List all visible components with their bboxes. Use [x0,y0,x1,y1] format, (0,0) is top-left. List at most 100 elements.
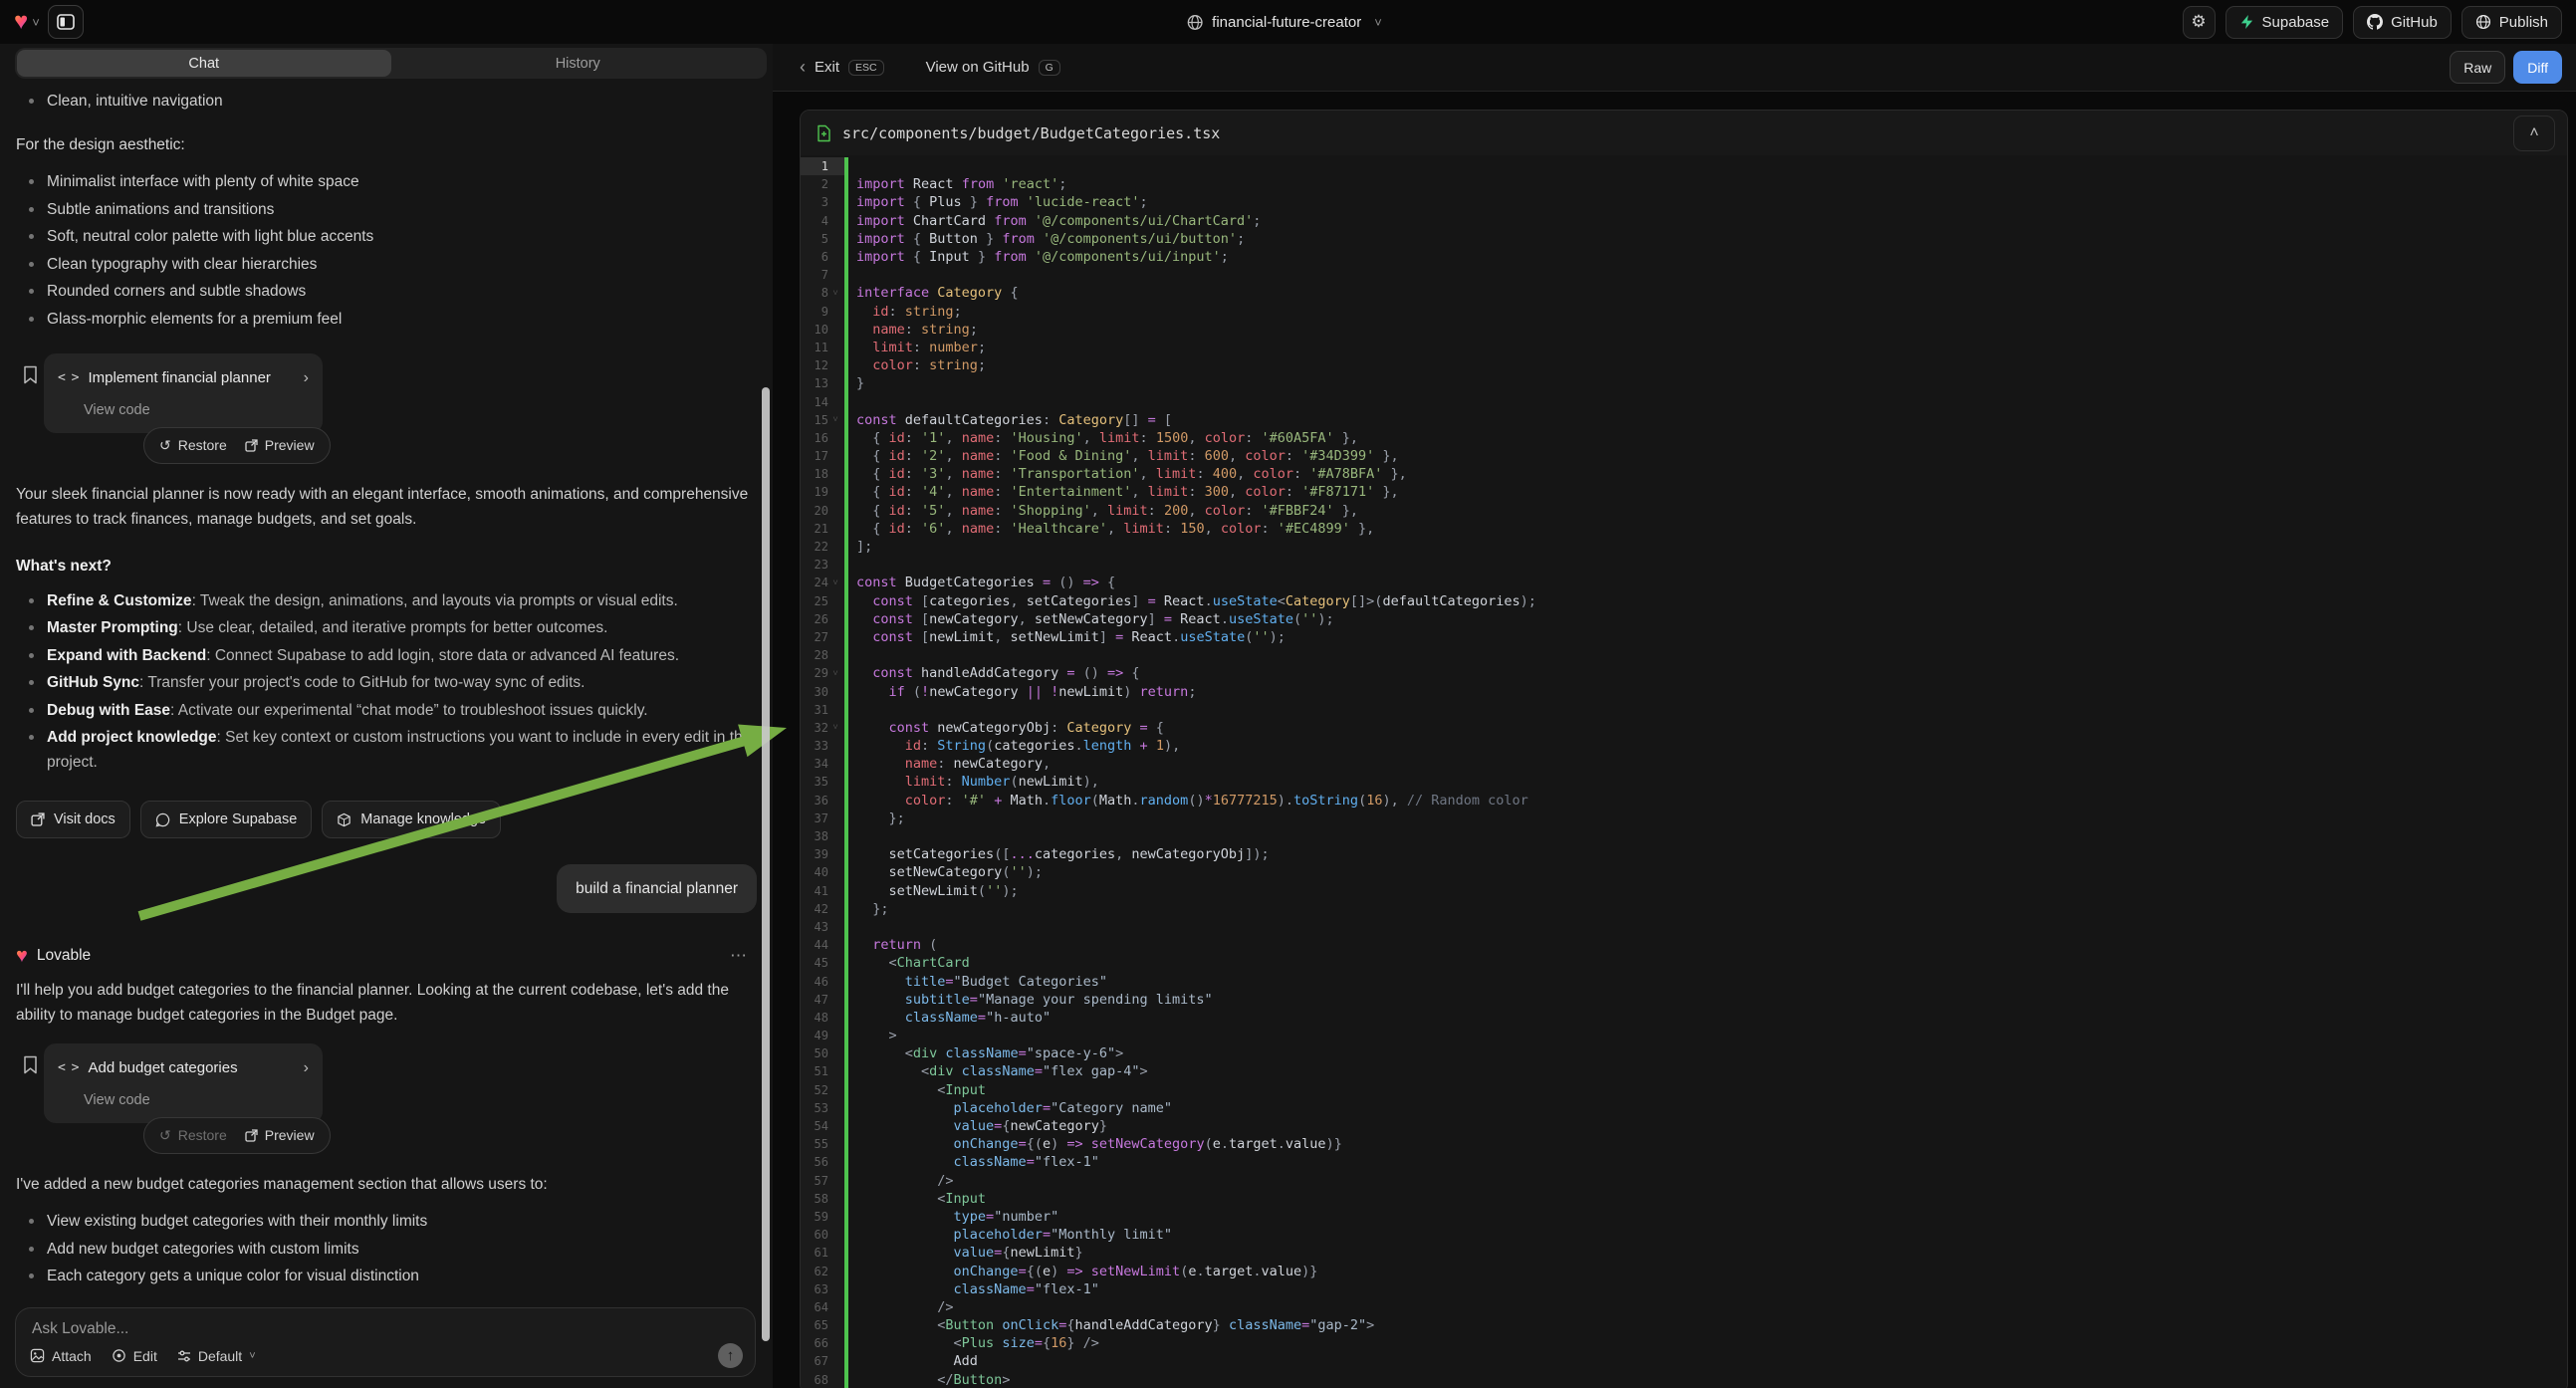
help-paragraph: I'll help you add budget categories to t… [16,978,757,1028]
code-line: 45 <ChartCard [801,954,2567,972]
ready-paragraph: Your sleek financial planner is now read… [16,482,757,532]
explore-supabase-button[interactable]: Explore Supabase [140,801,313,838]
line-number: 23 [801,558,828,572]
line-number: 39 [801,847,828,861]
bookmark-icon[interactable] [23,365,38,384]
line-number: 51 [801,1064,828,1078]
preview-button[interactable]: Preview [245,1123,315,1148]
manage-knowledge-button[interactable]: Manage knowledge [322,801,501,838]
line-number: 4 [801,214,828,228]
view-code-link[interactable]: View code [84,398,309,423]
code-line: 31 [801,701,2567,719]
message-options-icon[interactable]: ⋯ [730,943,749,968]
tab-chat[interactable]: Chat [17,50,391,77]
version-card-implement[interactable]: < > Implement financial planner › View c… [44,353,323,433]
supabase-button[interactable]: Supabase [2225,6,2344,39]
diff-added-bar [844,882,848,900]
raw-button[interactable]: Raw [2450,51,2505,84]
restore-icon: ↺ [159,433,171,458]
code-text: <div className="space-y-6"> [856,1045,1123,1061]
chat-message-area[interactable]: Clean, intuitive navigation For the desi… [0,79,773,1306]
chat-composer[interactable]: Ask Lovable... Attach Edit [15,1307,756,1377]
fold-chevron-icon[interactable]: ˅ [828,288,842,299]
project-name: financial-future-creator [1212,14,1361,31]
sliders-icon [177,1349,191,1363]
collapse-file-button[interactable]: ˄ [2513,116,2555,151]
restore-preview-pill: ↺ Restore Preview [143,427,331,464]
code-line: 10 name: string; [801,321,2567,339]
logo-chevron-down-icon[interactable]: ˅ [32,15,40,30]
view-on-github-button[interactable]: View on GitHub G [926,59,1060,76]
line-number: 25 [801,594,828,608]
code-text: id: String(categories.length + 1), [856,738,1180,754]
code-line: 6import { Input } from '@/components/ui/… [801,248,2567,266]
sidebar-icon [57,14,75,30]
external-link-icon [31,812,45,826]
list-item: Minimalist interface with plenty of whit… [16,169,757,194]
fold-chevron-icon[interactable]: ˅ [828,414,842,425]
restore-button[interactable]: ↺ Restore [159,1123,227,1148]
code-text: limit: Number(newLimit), [856,774,1099,790]
diff-added-bar [844,755,848,773]
settings-button[interactable]: ⚙ [2183,6,2216,39]
tab-history[interactable]: History [391,50,766,77]
view-code-link[interactable]: View code [84,1088,309,1113]
attach-button[interactable]: Attach [30,1348,92,1364]
edit-button[interactable]: Edit [112,1348,157,1364]
github-button[interactable]: GitHub [2353,6,2452,39]
mode-select[interactable]: Default ˅ [177,1348,256,1364]
chat-input[interactable]: Ask Lovable... [32,1320,741,1338]
fold-chevron-icon[interactable]: ˅ [828,668,842,679]
visit-docs-button[interactable]: Visit docs [16,801,130,838]
code-text: placeholder="Category name" [856,1100,1172,1116]
file-path-row[interactable]: src/components/budget/BudgetCategories.t… [801,111,2567,155]
line-number: 42 [801,902,828,916]
code-line: 23 [801,556,2567,574]
list-item: Clean, intuitive navigation [16,89,757,114]
line-number: 26 [801,612,828,626]
code-text: className="h-auto" [856,1010,1051,1026]
restore-button[interactable]: ↺ Restore [159,433,227,458]
code-text: ]; [856,539,872,555]
code-text: title="Budget Categories" [856,974,1107,990]
diff-added-bar [844,175,848,193]
version-card-add-budget[interactable]: < > Add budget categories › View code [44,1043,323,1123]
code-text: type="number" [856,1209,1058,1225]
toggle-sidebar-button[interactable] [48,5,84,39]
diff-added-bar [844,827,848,845]
fold-chevron-icon[interactable]: ˅ [828,578,842,588]
exit-button[interactable]: ‹ Exit ESC [800,57,884,78]
supabase-icon [2239,14,2254,30]
diff-button[interactable]: Diff [2513,51,2562,84]
aesthetic-list: Minimalist interface with plenty of whit… [16,169,757,332]
diff-added-bar [844,664,848,682]
gear-icon: ⚙ [2191,12,2206,32]
project-switcher[interactable]: financial-future-creator ˅ [1186,14,1390,31]
preview-button[interactable]: Preview [245,433,315,458]
code-text: const [newLimit, setNewLimit] = React.us… [856,629,1286,645]
code-text: { id: '1', name: 'Housing', limit: 1500,… [856,430,1358,446]
code-text: className="flex-1" [856,1154,1099,1170]
chat-scrollbar[interactable] [762,387,770,1341]
diff-added-bar [844,792,848,810]
publish-button[interactable]: Publish [2461,6,2562,39]
bookmark-icon[interactable] [23,1055,38,1074]
line-number: 20 [801,504,828,518]
code-line: 60 placeholder="Monthly limit" [801,1226,2567,1244]
code-line: 57 /> [801,1172,2567,1190]
line-number: 41 [801,884,828,898]
list-item: Glass-morphic elements for a premium fee… [16,307,757,332]
send-button[interactable]: ↑ [718,1343,743,1368]
list-item: Rounded corners and subtle shadows [16,279,757,304]
list-item: View existing budget categories with the… [16,1209,757,1234]
code-line: 65 <Button onClick={handleAddCategory} c… [801,1316,2567,1334]
code-line: 64 /> [801,1298,2567,1316]
line-number: 61 [801,1246,828,1260]
code-line: 34 name: newCategory, [801,755,2567,773]
lovable-logo-icon[interactable]: ♥ [14,10,28,34]
version-card-row: < > Implement financial planner › View c… [16,353,757,433]
line-number: 13 [801,376,828,390]
fold-chevron-icon[interactable]: ˅ [828,722,842,733]
code-text: <Button onClick={handleAddCategory} clas… [856,1317,1374,1333]
code-editor[interactable]: 12import React from 'react';3import { Pl… [801,156,2567,1388]
